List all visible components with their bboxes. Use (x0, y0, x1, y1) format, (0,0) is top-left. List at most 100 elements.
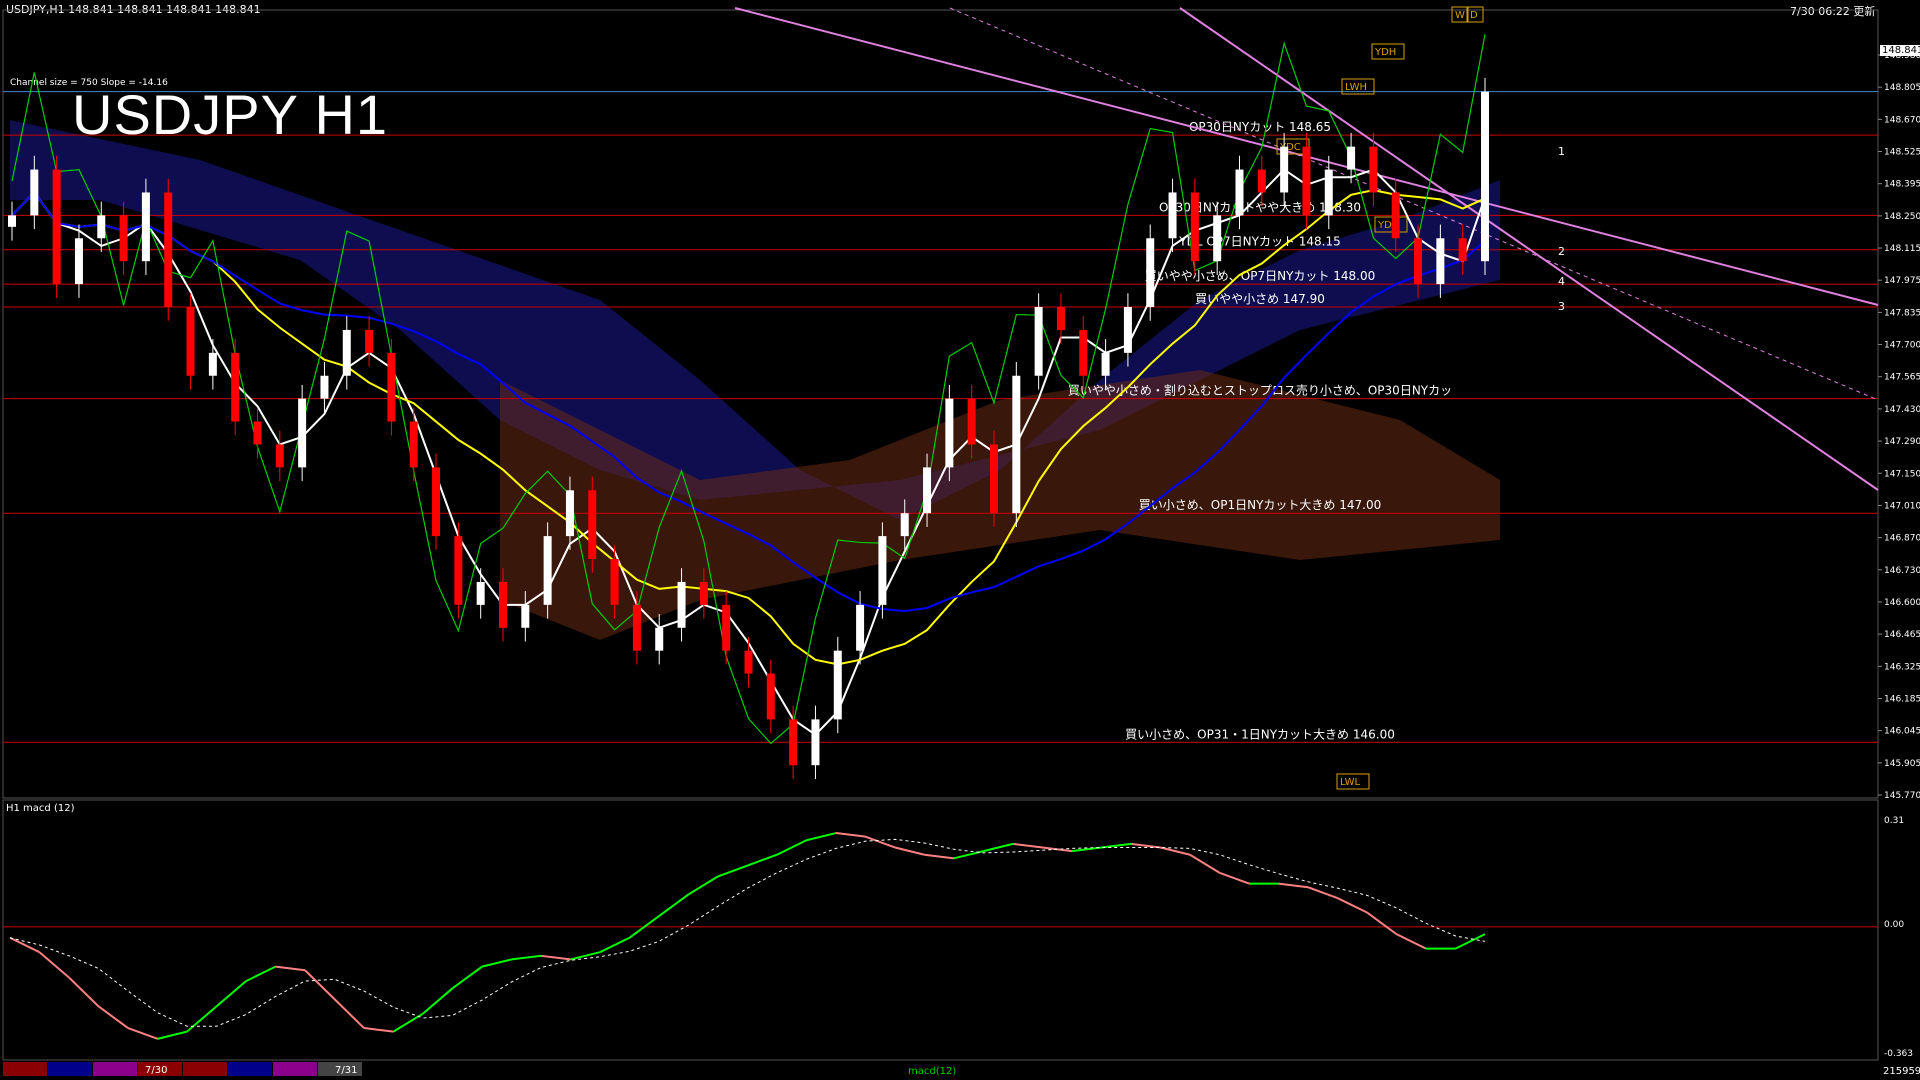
session-bar (93, 1062, 137, 1076)
candle-body (789, 719, 798, 766)
y-tick-label: 146.600 (1884, 598, 1920, 608)
channel-label: 2 (1558, 245, 1565, 258)
y-tick-label: 148.805 (1884, 83, 1920, 93)
candle-body (856, 604, 865, 651)
macd-segment (894, 846, 925, 856)
candle-body (1436, 238, 1445, 285)
candle-body (543, 536, 552, 605)
macd-segment (983, 842, 1014, 853)
candle-body (878, 536, 887, 605)
y-tick-label: 148.115 (1884, 244, 1920, 254)
candle-body (1280, 146, 1289, 193)
candle-body (1079, 329, 1088, 376)
candle-body (387, 352, 396, 422)
candle-body (1034, 307, 1043, 376)
macd-segment (127, 1027, 158, 1040)
macd-segment (1278, 882, 1309, 889)
y-tick-label: 146.465 (1884, 630, 1920, 640)
candle-body (1146, 238, 1155, 308)
y-tick-label: 147.700 (1884, 341, 1920, 351)
candle-body (298, 398, 307, 468)
candle-body (365, 329, 374, 353)
candle-body (1481, 91, 1489, 262)
macd-segment (275, 965, 306, 972)
candle-body (677, 581, 686, 628)
candle-body (454, 536, 463, 605)
macd-segment (97, 1005, 129, 1029)
candle-body (231, 352, 240, 422)
channel-label: 1 (1558, 145, 1565, 158)
candle-body (565, 490, 574, 537)
macd-segment (68, 976, 100, 1008)
candle-body (74, 238, 83, 285)
macd-y-tick: 0.00 (1884, 920, 1904, 930)
y-tick-label: 147.430 (1884, 405, 1920, 415)
macd-segment (924, 853, 955, 860)
bottom-right-text: 215959 (1883, 1066, 1920, 1077)
chart-window: USDJPY,H1 148.841 148.841 148.841 148.84… (0, 0, 1920, 1080)
candle-body (1123, 307, 1132, 353)
macd-bottom-tag: macd(12) (908, 1066, 957, 1077)
macd-segment (245, 965, 276, 982)
candle-body (1391, 192, 1400, 239)
candle-body (945, 398, 954, 468)
macd-segment (658, 893, 690, 917)
macd-signal-line (9, 838, 1486, 1027)
channel-label: 3 (1558, 300, 1565, 313)
price-level-label: 買いやや小さめ、OP7日NYカット 148.00 (1145, 269, 1375, 283)
box-label: LWH (1345, 82, 1367, 93)
chart-canvas[interactable]: OP30日NYカット 148.65OP30日NYカットやや大きめ 148.30Y… (0, 0, 1920, 1080)
macd-segment (599, 936, 630, 954)
y-tick-label: 146.325 (1884, 662, 1920, 672)
y-tick-label: 147.975 (1884, 276, 1920, 286)
macd-segment (511, 954, 542, 961)
macd-segment (451, 965, 483, 990)
y-tick-label: 146.730 (1884, 566, 1920, 576)
macd-segment (687, 875, 719, 896)
y-tick-label: 146.045 (1884, 727, 1920, 737)
macd-segment (717, 864, 748, 878)
macd-segment (747, 853, 778, 867)
candle-body (97, 215, 106, 239)
macd-segment (806, 832, 837, 842)
candle-body (610, 559, 619, 605)
macd-segment (1366, 911, 1398, 935)
candle-body (208, 352, 217, 376)
y-tick-label: 148.670 (1884, 115, 1920, 125)
y-tick-label: 148.250 (1884, 212, 1920, 222)
candle-body (141, 192, 150, 262)
macd-segment (1189, 853, 1221, 874)
macd-segment (1012, 842, 1043, 849)
main-panel-frame (2, 9, 1879, 799)
candle-body (655, 627, 664, 651)
candle-body (275, 444, 284, 468)
macd-segment (865, 835, 896, 849)
candle-body (8, 215, 16, 227)
y-tick-label: 147.835 (1884, 308, 1920, 318)
macd-y-tick: 0.31 (1884, 816, 1904, 826)
candle-body (811, 719, 820, 766)
macd-segment (1101, 842, 1132, 849)
candle-body (409, 421, 418, 468)
candle-body (1012, 375, 1021, 514)
x-axis-label: 7/30 (145, 1065, 167, 1076)
box-label: D (1470, 10, 1478, 21)
candle-body (900, 513, 909, 537)
candle-body (1235, 169, 1244, 216)
macd-y-tick: -0.363 (1884, 1049, 1913, 1059)
macd-segment (9, 936, 40, 954)
macd-segment (540, 954, 571, 961)
candle-body (432, 467, 441, 537)
candle-body (1257, 169, 1266, 193)
candle-body (1302, 146, 1311, 216)
session-bar (273, 1062, 317, 1076)
candle-body (1168, 192, 1177, 239)
y-tick-label: 147.565 (1884, 373, 1920, 383)
candle-body (1414, 238, 1423, 285)
candle-body (320, 375, 329, 399)
y-tick-label: 147.010 (1884, 501, 1920, 511)
candle-body (766, 673, 775, 720)
candle-body (588, 490, 597, 560)
candle-body (1347, 146, 1356, 170)
candle-body (833, 650, 842, 720)
